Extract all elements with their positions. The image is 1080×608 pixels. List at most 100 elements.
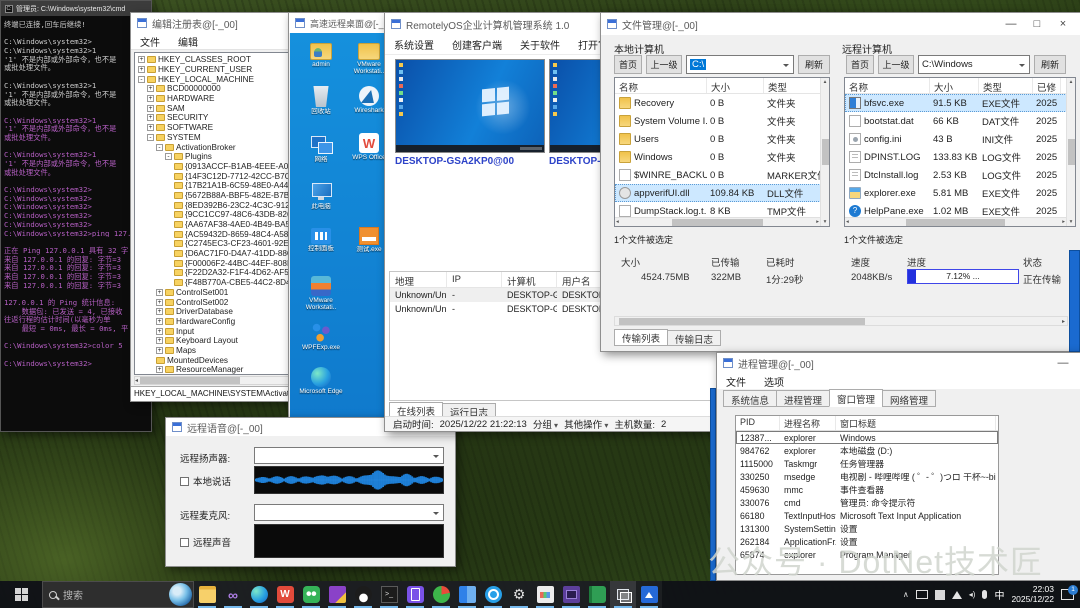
checkbox-icon[interactable] (180, 538, 189, 547)
registry-tree-item[interactable]: +SAM (135, 103, 301, 113)
file-row[interactable]: Users0 B文件夹 (615, 130, 829, 148)
registry-tree-item[interactable]: +ResourceManager (135, 365, 301, 375)
tab-窗口管理[interactable]: 窗口管理 (829, 389, 883, 407)
file-row[interactable]: DPINST.LOG133.83 KBLOG文件2025 (845, 148, 1075, 166)
start-button[interactable] (0, 581, 42, 608)
office-app-icon[interactable] (324, 581, 350, 608)
registry-tree-item[interactable]: -Plugins (135, 152, 301, 162)
process-row[interactable]: 984762explorer本地磁盘 (D:) (736, 444, 998, 457)
registry-tree-item[interactable]: +HKEY_CURRENT_USER (135, 65, 301, 75)
file-row[interactable]: DtcInstall.log2.53 KBLOG文件2025 (845, 166, 1075, 184)
process-row[interactable]: 1115000Taskmgr任务管理器 (736, 457, 998, 470)
tree-expand-icon[interactable]: + (156, 308, 163, 315)
registry-tree-item[interactable]: +HKEY_CLASSES_ROOT (135, 55, 301, 65)
display-tray-icon[interactable] (916, 590, 928, 599)
registry-tree-item[interactable]: {AC59432D-8659-48C4-A584-A... (135, 229, 301, 239)
process-row[interactable]: 131300SystemSettin...设置 (736, 522, 998, 535)
column-header[interactable]: 地理 (390, 272, 447, 287)
column-header[interactable]: 类型 (979, 78, 1033, 93)
menu-item[interactable]: 选项 (755, 374, 793, 389)
file-row[interactable]: Recovery0 B文件夹 (615, 94, 829, 112)
desktop-icon[interactable]: 网络 (298, 133, 344, 163)
process-row[interactable]: 459630mmc事件查看器 (736, 483, 998, 496)
file-row[interactable]: Windows0 B文件夹 (615, 148, 829, 166)
registry-tree-item[interactable]: +DriverDatabase (135, 307, 301, 317)
column-header[interactable]: 窗口标题 (836, 416, 996, 430)
registry-tree-item[interactable]: +ControlSet001 (135, 288, 301, 298)
menu-item[interactable]: 系统设置 (385, 37, 443, 52)
desktop-icon[interactable]: VMware Workstati.. (298, 276, 344, 311)
tree-expand-icon[interactable]: + (138, 66, 145, 73)
local-path-select[interactable]: C:\ (686, 55, 794, 74)
column-header[interactable]: 已修 (1033, 78, 1061, 93)
image-viewer-icon[interactable] (532, 581, 558, 608)
ime-pad-icon[interactable] (935, 590, 945, 600)
registry-tree-item[interactable]: {AA67AF38-4AE0-4B49-BA56-AD... (135, 220, 301, 230)
remote-home-button[interactable]: 首页 (846, 55, 874, 74)
registry-tree-item[interactable]: +Input (135, 326, 301, 336)
registry-tree-item[interactable]: +HARDWARE (135, 94, 301, 104)
tree-expand-icon[interactable]: + (156, 318, 163, 325)
registry-tree-item[interactable]: {F00006F2-44BC-44EF-808B-B28... (135, 258, 301, 268)
registry-tree-item[interactable]: +SOFTWARE (135, 123, 301, 133)
menu-item[interactable]: 创建客户端 (443, 37, 511, 52)
tree-expand-icon[interactable]: + (147, 85, 154, 92)
search-input[interactable]: 搜索 (42, 581, 194, 608)
background-window-edge[interactable] (1069, 250, 1080, 352)
process-row[interactable]: 66180TextInputHostMicrosoft Text Input A… (736, 509, 998, 522)
host-thumbnail[interactable] (395, 59, 545, 153)
photos-icon[interactable] (636, 581, 662, 608)
tree-expand-icon[interactable]: - (138, 76, 145, 83)
enterprise-app-icon[interactable] (454, 581, 480, 608)
remote-mic-select[interactable] (254, 504, 444, 521)
desktop-icon[interactable]: 回收站 (298, 86, 344, 115)
tree-expand-icon[interactable]: + (156, 337, 163, 344)
registry-tree-item[interactable]: {17B21A1B-6C59-48E0-A440-6B... (135, 181, 301, 191)
column-header[interactable]: 计算机 (502, 272, 557, 287)
tree-expand-icon[interactable]: + (156, 366, 163, 373)
procmgr-titlebar[interactable]: 进程管理@[-_00] — (717, 353, 1080, 373)
registry-tree-item[interactable]: +Maps (135, 346, 301, 356)
file-row[interactable]: appverifUI.dll109.84 KBDLL文件 (615, 184, 829, 202)
tree-expand-icon[interactable]: + (156, 289, 163, 296)
column-header[interactable]: PID (736, 416, 780, 430)
desktop-icon[interactable]: 控制面板 (298, 225, 344, 252)
registry-tree-item[interactable]: +ControlSet002 (135, 297, 301, 307)
remote-sound-checkbox[interactable]: 远程声音 (180, 535, 231, 549)
tree-expand-icon[interactable]: + (147, 95, 154, 102)
rdp-titlebar[interactable]: 高速远程桌面@[-_00] (289, 13, 399, 33)
remote-vertical-scrollbar[interactable]: ▴▾ (1066, 78, 1075, 226)
group-dropdown[interactable]: 分组 (533, 417, 558, 431)
local-vertical-scrollbar[interactable]: ▴▾ (820, 78, 829, 226)
menu-item[interactable]: 文件 (131, 34, 169, 49)
tree-expand-icon[interactable]: - (165, 153, 172, 160)
registry-tree-item[interactable]: MountedDevices (135, 355, 301, 365)
registry-tree-item[interactable]: +SECURITY (135, 113, 301, 123)
file-row[interactable]: System Volume I...0 B文件夹 (615, 112, 829, 130)
microphone-icon[interactable] (982, 590, 987, 599)
registry-tree-item[interactable]: -HKEY_LOCAL_MACHINE (135, 74, 301, 84)
minimize-button[interactable]: — (1050, 353, 1076, 373)
registry-tree-item[interactable]: {5672B88A-BBF5-482E-B7B9-742... (135, 191, 301, 201)
terminal-icon[interactable] (376, 581, 402, 608)
process-row[interactable]: 330250msedge电视剧 - 哔哩哔哩 ( ゜- ゜)つロ 干杯~-bil… (736, 470, 998, 483)
column-header[interactable]: 类型 (764, 78, 821, 93)
window-switcher-icon[interactable] (610, 581, 636, 608)
remote-speaker-select[interactable] (254, 447, 444, 464)
remote-file-list[interactable]: 名称大小类型已修 bfsvc.exe91.5 KBEXE文件2025bootst… (844, 77, 1076, 227)
remote-control-icon[interactable] (480, 581, 506, 608)
file-row[interactable]: config.ini43 BINI文件2025 (845, 130, 1075, 148)
wechat-icon[interactable] (298, 581, 324, 608)
close-button[interactable]: × (1050, 14, 1076, 34)
tree-expand-icon[interactable]: + (156, 328, 163, 335)
visual-studio-icon[interactable] (220, 581, 246, 608)
desktop-icon[interactable]: 此电脑 (298, 180, 344, 210)
local-refresh-button[interactable]: 刷新 (798, 55, 830, 74)
registry-titlebar[interactable]: 编辑注册表@[-_00] (131, 13, 305, 33)
checkbox-icon[interactable] (180, 477, 189, 486)
column-header[interactable]: 名称 (845, 78, 930, 93)
registry-tree-item[interactable]: {14F3C12D-7712-42CC-B7CC-64... (135, 171, 301, 181)
tree-expand-icon[interactable]: - (156, 144, 163, 151)
column-header[interactable]: 大小 (930, 78, 979, 93)
remote-voice-window[interactable]: 远程语音@[-_00] 远程扬声器: 本地说话 远程麦克风: 远程声音 (165, 417, 456, 567)
